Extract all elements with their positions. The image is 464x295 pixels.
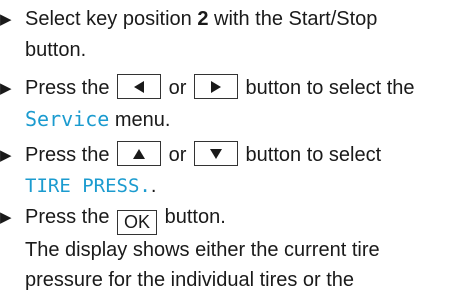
step-2-line-1: ▶ Press the or button to select the [0,73,464,104]
step-2-text-end: button to select the [245,77,415,99]
step-2-line-2-end: menu. [109,109,171,131]
or-text: or [168,144,187,166]
step-3-text-end: button to select [245,144,382,166]
left-arrow-icon [134,81,145,93]
service-menu-label: Service [25,107,110,131]
step-1: ▶ Select key position 2 with the Start/St… [0,4,464,65]
step-1-line-2: button. [25,39,87,61]
down-arrow-icon [209,149,222,159]
step-4-text-end: button. [159,206,226,228]
up-arrow-icon [133,149,146,159]
step-2-line-2: Service menu. [0,104,464,135]
step-3-line-2: TIRE PRESS.. [0,171,464,201]
bullet-icon: ▶ [0,209,12,226]
step-1-text: Select key position [25,8,198,30]
step-3-line-1: ▶ Press the or button to select [0,140,464,171]
step-4-line-1: ▶ Press the OK button. [0,202,464,235]
step-1-line-1: ▶ Select key position 2 with the Start/St… [0,4,464,35]
left-arrow-key [117,74,162,99]
down-arrow-key [193,141,238,166]
step-3-line-2-end: . [150,175,157,197]
bullet-icon: ▶ [0,80,12,97]
key-position-number: 2 [197,8,209,30]
ok-key: OK [117,210,158,235]
bullet-icon: ▶ [0,11,12,28]
or-text: or [168,77,187,99]
step-2: ▶ Press the or button to select the Servi… [0,73,464,135]
right-arrow-icon [210,81,221,93]
up-arrow-key [117,141,162,166]
bullet-icon: ▶ [0,147,12,164]
right-arrow-key [193,74,238,99]
step-2-text: Press the [25,77,116,99]
step-4-line-3: pressure for the individual tires or the [25,269,355,291]
step-3-text: Press the [25,144,116,166]
step-4-text: Press the [25,206,116,228]
step-3: ▶ Press the or button to select TIRE PRES… [0,140,464,201]
tire-press-menu-label: TIRE PRESS. [25,175,151,197]
step-4-line-2: The display shows either the current tir… [25,239,380,261]
step-1-text-end: with the Start/Stop [208,8,378,30]
step-4: ▶ Press the OK button. The display shows … [0,202,464,295]
